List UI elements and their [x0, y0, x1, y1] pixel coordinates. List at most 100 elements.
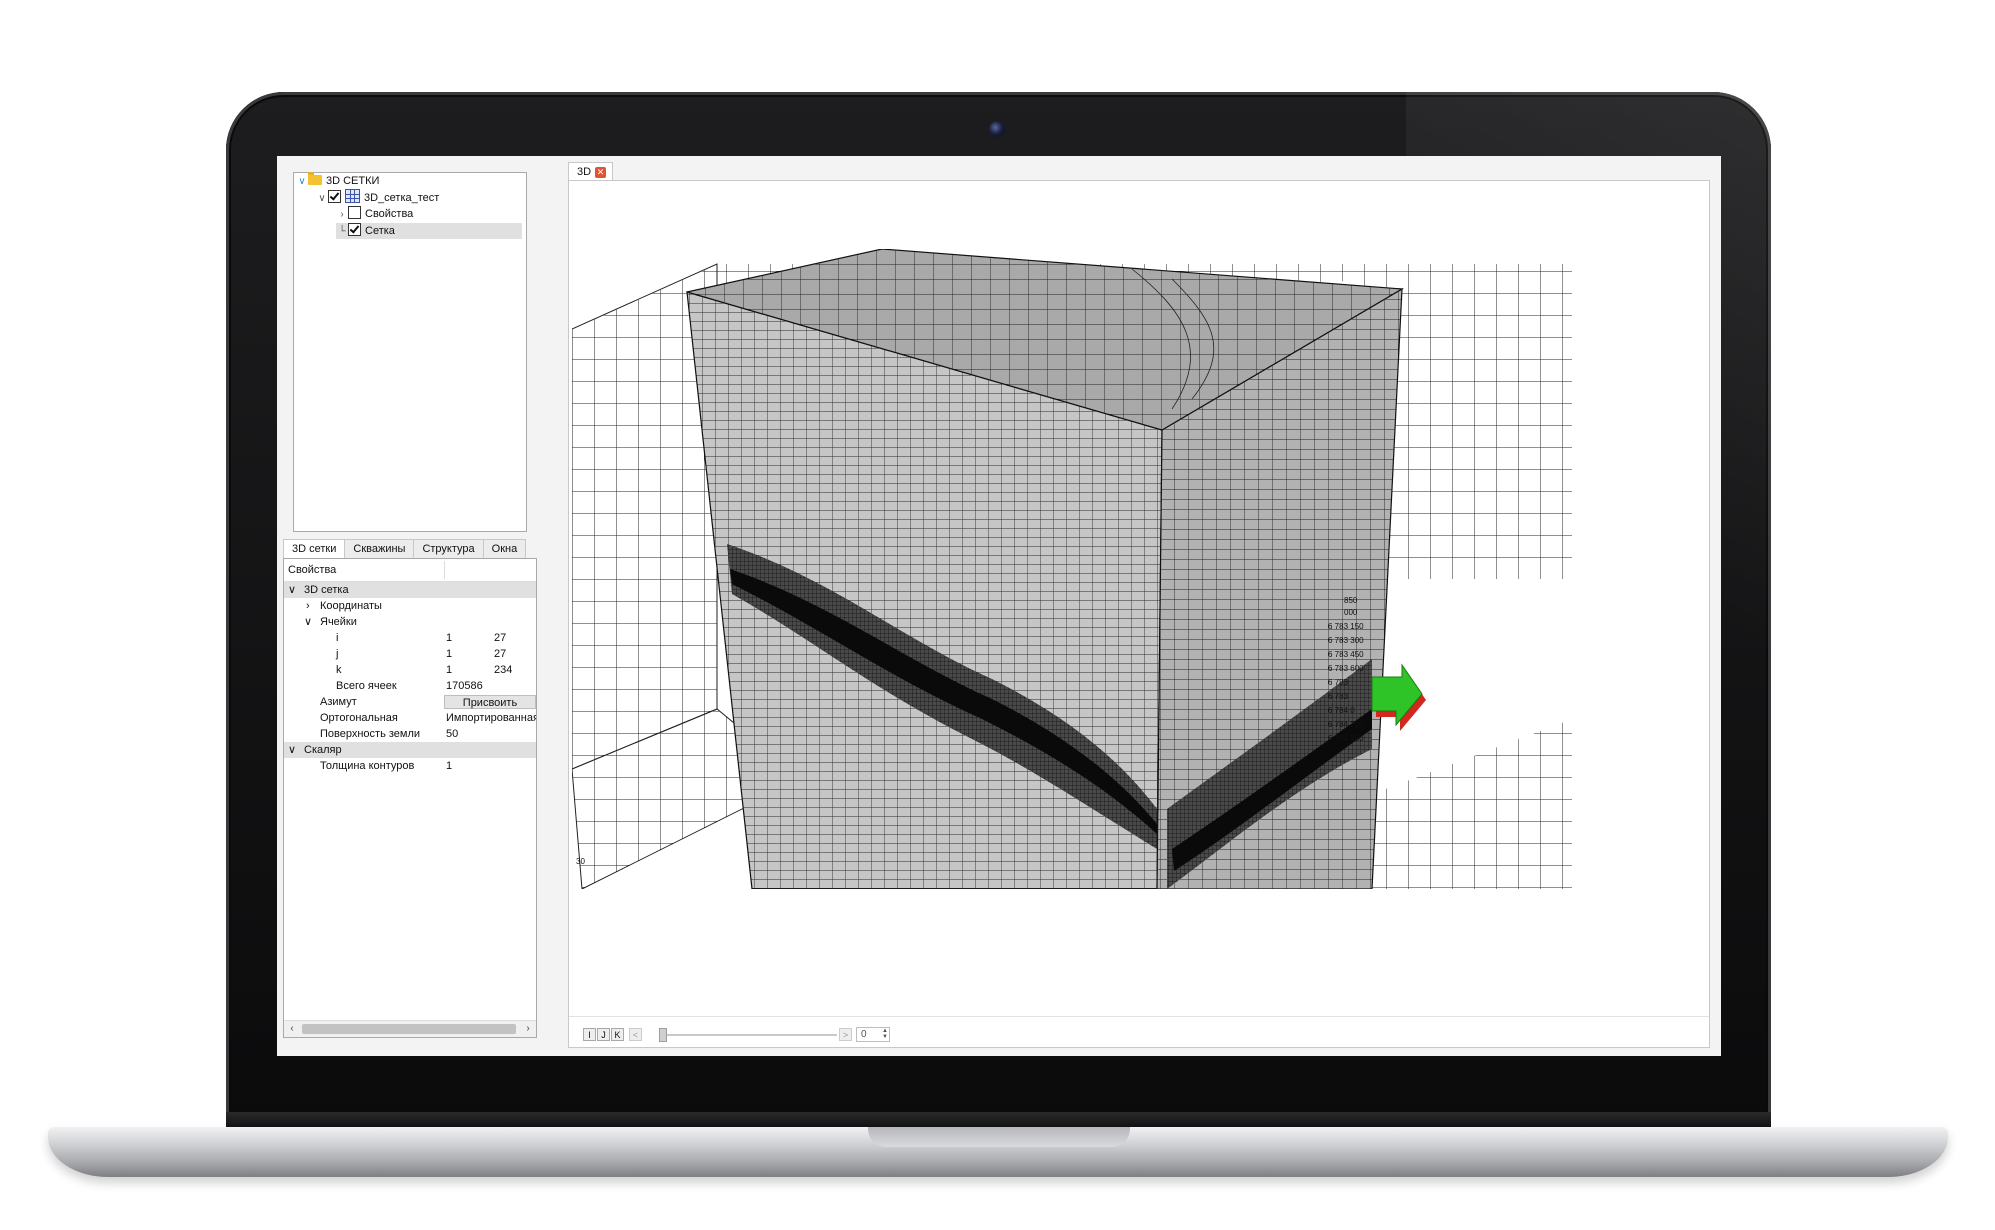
grid-icon — [345, 189, 360, 203]
object-tree: ∨ 3D СЕТКИ ∨ 3D_сетка_тест › Свойства └ Сетк… — [293, 172, 527, 532]
camera-icon — [989, 121, 1005, 137]
prop-value[interactable]: 27 — [494, 630, 506, 646]
slice-navigation-bar: I J K < > 0 ▲ ▼ — [569, 1016, 1709, 1047]
prop-value[interactable]: 50 — [446, 726, 458, 742]
tree-label: Свойства — [365, 208, 414, 220]
horizontal-scrollbar[interactable]: ‹ › — [284, 1020, 536, 1037]
grid-checkbox[interactable] — [328, 190, 341, 203]
tree-item-mesh[interactable]: └ Сетка — [336, 223, 522, 239]
properties-panel: Свойства ∨ 3D сетка › Координаты ∨ Ячейк… — [283, 558, 537, 1038]
chevron-right-icon[interactable]: › — [336, 207, 348, 223]
axis-coord: 6 783 — [1328, 678, 1349, 687]
view-panel: 30 850 000 6 783 150 6 783 300 6 783 450… — [568, 180, 1710, 1048]
close-icon[interactable]: ✕ — [595, 167, 607, 178]
tab-3d-grids[interactable]: 3D сетки — [283, 539, 346, 558]
chevron-down-icon[interactable]: ∨ — [304, 614, 312, 630]
prop-value[interactable]: 1 — [446, 662, 452, 678]
prop-label: Ячейки — [320, 616, 357, 628]
properties-title: Свойства — [288, 564, 337, 576]
next-slice-button[interactable]: > — [839, 1028, 852, 1041]
tree-connector: └ — [338, 226, 346, 237]
chevron-right-icon[interactable]: › — [306, 598, 310, 614]
j-slice-button[interactable]: J — [597, 1028, 610, 1041]
chevron-down-icon[interactable]: ∨ — [288, 582, 296, 598]
tab-3d-view[interactable]: 3D ✕ — [568, 162, 614, 181]
axis-coord: 6 783 600 — [1328, 664, 1364, 673]
prop-total-cells: Всего ячеек 170586 — [284, 678, 536, 694]
tree-item-properties[interactable]: › Свойства — [336, 206, 413, 222]
app-screen: ∨ 3D СЕТКИ ∨ 3D_сетка_тест › Свойства └ Сетк… — [277, 156, 1721, 1056]
prop-value[interactable]: 27 — [494, 646, 506, 662]
prop-cells[interactable]: ∨ Ячейки — [284, 614, 536, 630]
tab-structure[interactable]: Структура — [413, 539, 484, 558]
column-divider[interactable] — [444, 561, 445, 579]
prop-label: Азимут — [320, 696, 357, 708]
prop-value[interactable]: 1 — [446, 758, 452, 774]
properties-checkbox[interactable] — [348, 206, 361, 219]
scroll-thumb[interactable] — [302, 1024, 516, 1034]
left-tabbar: 3D сетки Скважины Структура Окна — [283, 539, 527, 558]
k-slice-button[interactable]: K — [611, 1028, 624, 1041]
i-slice-button[interactable]: I — [583, 1028, 596, 1041]
folder-icon — [308, 172, 322, 185]
axis-coord: 6 784 200 — [1328, 720, 1364, 729]
prop-label: Ортогональная — [320, 712, 398, 724]
prop-label: Поверхность земли — [320, 728, 421, 740]
axis-coord: 6 784 350 — [1328, 734, 1364, 743]
group-3d-grid[interactable]: ∨ 3D сетка — [284, 582, 536, 598]
slice-slider-handle[interactable] — [659, 1028, 667, 1042]
prop-azimuth: Азимут Присвоить — [284, 694, 536, 710]
axis-coord: 6 784 0 — [1328, 706, 1355, 715]
axis-left-value: 30 — [576, 857, 585, 866]
axis-coord: 850 — [1344, 596, 1358, 605]
laptop-hinge — [226, 1112, 1771, 1128]
prop-i[interactable]: i 1 27 — [284, 630, 536, 646]
group-scalar[interactable]: ∨ Скаляр — [284, 742, 536, 758]
prop-j[interactable]: j 1 27 — [284, 646, 536, 662]
prop-label: j — [336, 648, 339, 660]
tree-label: 3D_сетка_тест — [364, 192, 440, 204]
tab-label: 3D — [577, 166, 592, 178]
prop-contour-thickness[interactable]: Толщина контуров 1 — [284, 758, 536, 774]
group-label: 3D сетка — [304, 584, 349, 596]
prop-value[interactable]: 1 — [446, 630, 452, 646]
prop-value[interactable]: Импортированная — [446, 710, 536, 726]
prop-label: Толщина контуров — [320, 760, 415, 772]
spin-arrows-icon[interactable]: ▲ ▼ — [882, 1028, 888, 1040]
axis-coord: 6 783 — [1328, 692, 1349, 701]
slice-spinbox[interactable]: 0 ▲ ▼ — [856, 1027, 890, 1042]
prop-label: k — [336, 664, 342, 676]
prev-slice-button[interactable]: < — [629, 1028, 642, 1041]
prop-ground-surface[interactable]: Поверхность земли 50 — [284, 726, 536, 742]
prop-label: i — [336, 632, 339, 644]
prop-value[interactable]: 1 — [446, 646, 452, 662]
tree-label: Сетка — [365, 225, 395, 237]
prop-value[interactable]: 234 — [494, 662, 512, 678]
assign-button[interactable]: Присвоить — [444, 695, 536, 709]
mesh-checkbox[interactable] — [348, 223, 361, 236]
prop-orthogonal[interactable]: Ортогональная Импортированная — [284, 710, 536, 726]
prop-k[interactable]: k 1 234 — [284, 662, 536, 678]
prop-label: Координаты — [320, 600, 382, 612]
axis-coord: 6 783 150 — [1328, 622, 1364, 631]
tree-label: 3D СЕТКИ — [326, 175, 380, 187]
chevron-down-icon[interactable]: ∨ — [316, 191, 328, 207]
tree-item-3d-grids[interactable]: ∨ 3D СЕТКИ — [296, 172, 380, 190]
chevron-down-icon[interactable]: ∨ — [296, 174, 308, 190]
tree-item-grid[interactable]: ∨ 3D_сетка_тест — [316, 189, 439, 205]
properties-header: Свойства — [284, 559, 536, 582]
scroll-left-icon[interactable]: ‹ — [284, 1021, 300, 1037]
group-label: Скаляр — [304, 744, 342, 756]
scroll-right-icon[interactable]: › — [520, 1021, 536, 1037]
slice-value: 0 — [861, 1029, 867, 1040]
prop-coordinates[interactable]: › Координаты — [284, 598, 536, 614]
axis-coord: 6 783 450 — [1328, 650, 1364, 659]
slice-slider-track[interactable] — [659, 1034, 837, 1036]
laptop-notch — [868, 1127, 1130, 1147]
axis-coord: 000 — [1344, 608, 1358, 617]
tab-windows[interactable]: Окна — [482, 539, 527, 558]
3d-viewport[interactable]: 30 850 000 6 783 150 6 783 300 6 783 450… — [572, 249, 1682, 889]
prop-value: 170586 — [446, 680, 483, 692]
chevron-down-icon[interactable]: ∨ — [288, 742, 296, 758]
tab-wells[interactable]: Скважины — [344, 539, 415, 558]
